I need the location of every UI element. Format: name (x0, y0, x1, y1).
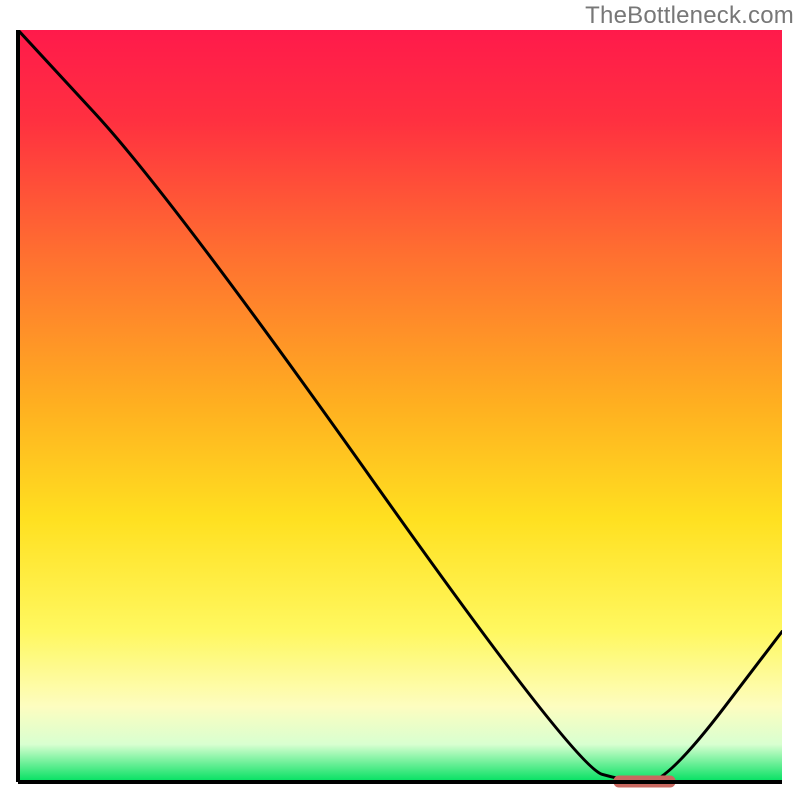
gradient-backdrop (18, 30, 782, 782)
bottleneck-chart (14, 30, 786, 790)
watermark-text: TheBottleneck.com (585, 2, 794, 30)
chart-container: TheBottleneck.com (0, 0, 800, 800)
